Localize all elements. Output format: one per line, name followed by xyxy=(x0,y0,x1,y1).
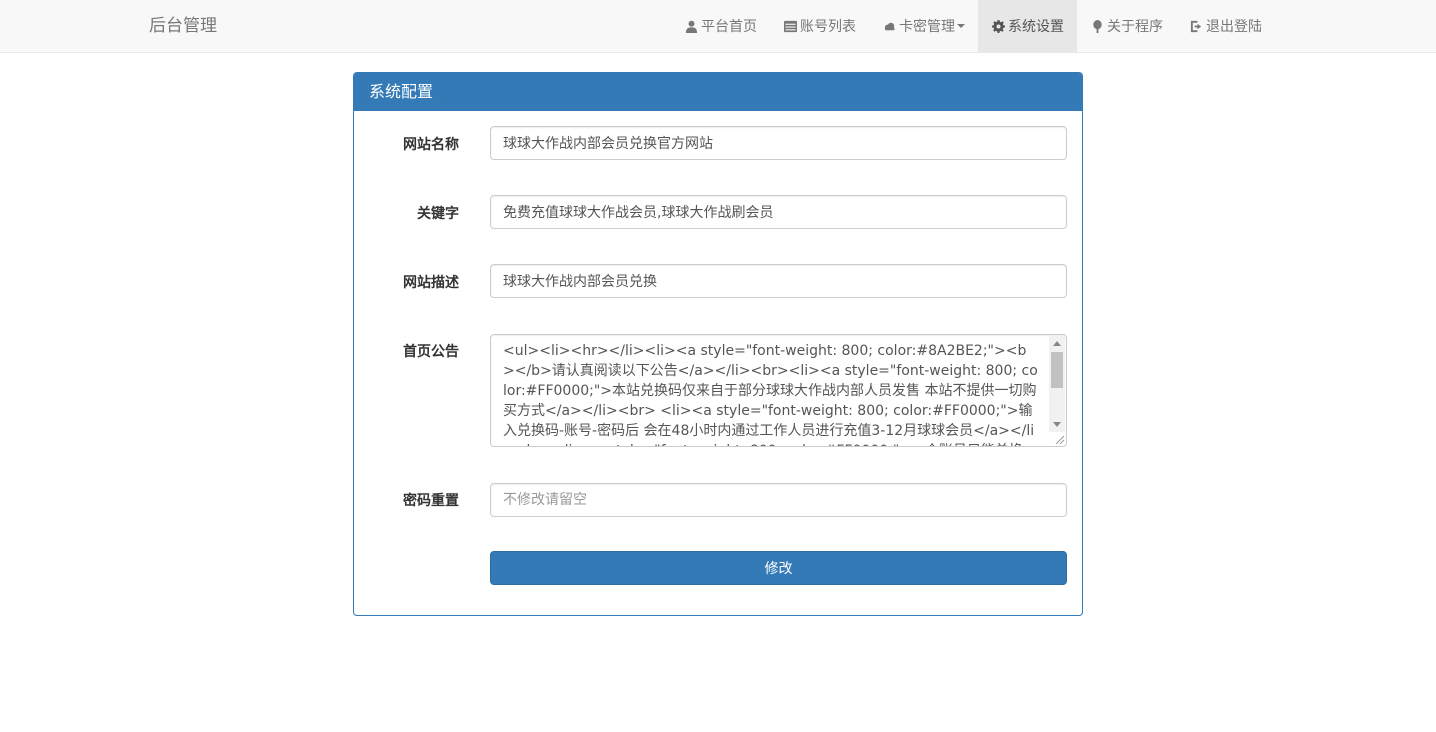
gear-icon xyxy=(991,19,1005,33)
nav-label: 卡密管理 xyxy=(899,19,955,35)
panel-title: 系统配置 xyxy=(354,73,1082,111)
nav-label: 关于程序 xyxy=(1107,19,1163,35)
password-input[interactable] xyxy=(490,483,1067,517)
user-icon xyxy=(684,19,698,33)
keywords-input[interactable] xyxy=(490,195,1067,229)
resize-grip-icon[interactable] xyxy=(1053,433,1065,445)
tree-icon xyxy=(1090,19,1104,33)
cloud-icon xyxy=(882,19,896,33)
list-icon xyxy=(783,19,797,33)
nav-label: 退出登陆 xyxy=(1206,19,1262,35)
nav-menu: 平台首页 账号列表 卡密管理 系统设置 关于程序 退出登陆 xyxy=(671,0,1275,52)
nav-label: 平台首页 xyxy=(701,19,757,35)
scroll-up-icon[interactable] xyxy=(1053,341,1061,346)
description-input[interactable] xyxy=(490,264,1067,298)
description-label: 网站描述 xyxy=(403,275,459,291)
top-navbar: 后台管理 平台首页 账号列表 卡密管理 系统设置 关于程序 退出登陆 xyxy=(0,0,1436,53)
keywords-label: 关键字 xyxy=(417,206,459,222)
notice-text: <ul><li><hr></li><li><a style="font-weig… xyxy=(503,343,1038,446)
site-name-input[interactable] xyxy=(490,126,1067,160)
submit-button[interactable]: 修改 xyxy=(490,551,1067,585)
nav-item-about[interactable]: 关于程序 xyxy=(1077,0,1176,52)
brand-link[interactable]: 后台管理 xyxy=(149,0,217,52)
notice-textarea[interactable]: <ul><li><hr></li><li><a style="font-weig… xyxy=(490,334,1067,447)
nav-item-cards[interactable]: 卡密管理 xyxy=(869,0,978,52)
nav-item-logout[interactable]: 退出登陆 xyxy=(1176,0,1275,52)
nav-item-home[interactable]: 平台首页 xyxy=(671,0,770,52)
chevron-down-icon xyxy=(957,24,965,28)
nav-item-accounts[interactable]: 账号列表 xyxy=(770,0,869,52)
settings-panel: 系统配置 网站名称 关键字 网站描述 首页公告 <ul><li><hr></li… xyxy=(353,72,1083,616)
scroll-down-icon[interactable] xyxy=(1053,422,1061,427)
site-name-label: 网站名称 xyxy=(403,137,459,153)
password-label: 密码重置 xyxy=(403,493,459,509)
nav-label: 账号列表 xyxy=(800,19,856,35)
nav-item-settings[interactable]: 系统设置 xyxy=(978,0,1077,52)
logout-icon xyxy=(1189,19,1203,33)
textarea-scrollbar[interactable] xyxy=(1049,336,1065,432)
nav-label: 系统设置 xyxy=(1008,19,1064,35)
scroll-thumb[interactable] xyxy=(1051,352,1063,388)
notice-label: 首页公告 xyxy=(403,344,459,360)
